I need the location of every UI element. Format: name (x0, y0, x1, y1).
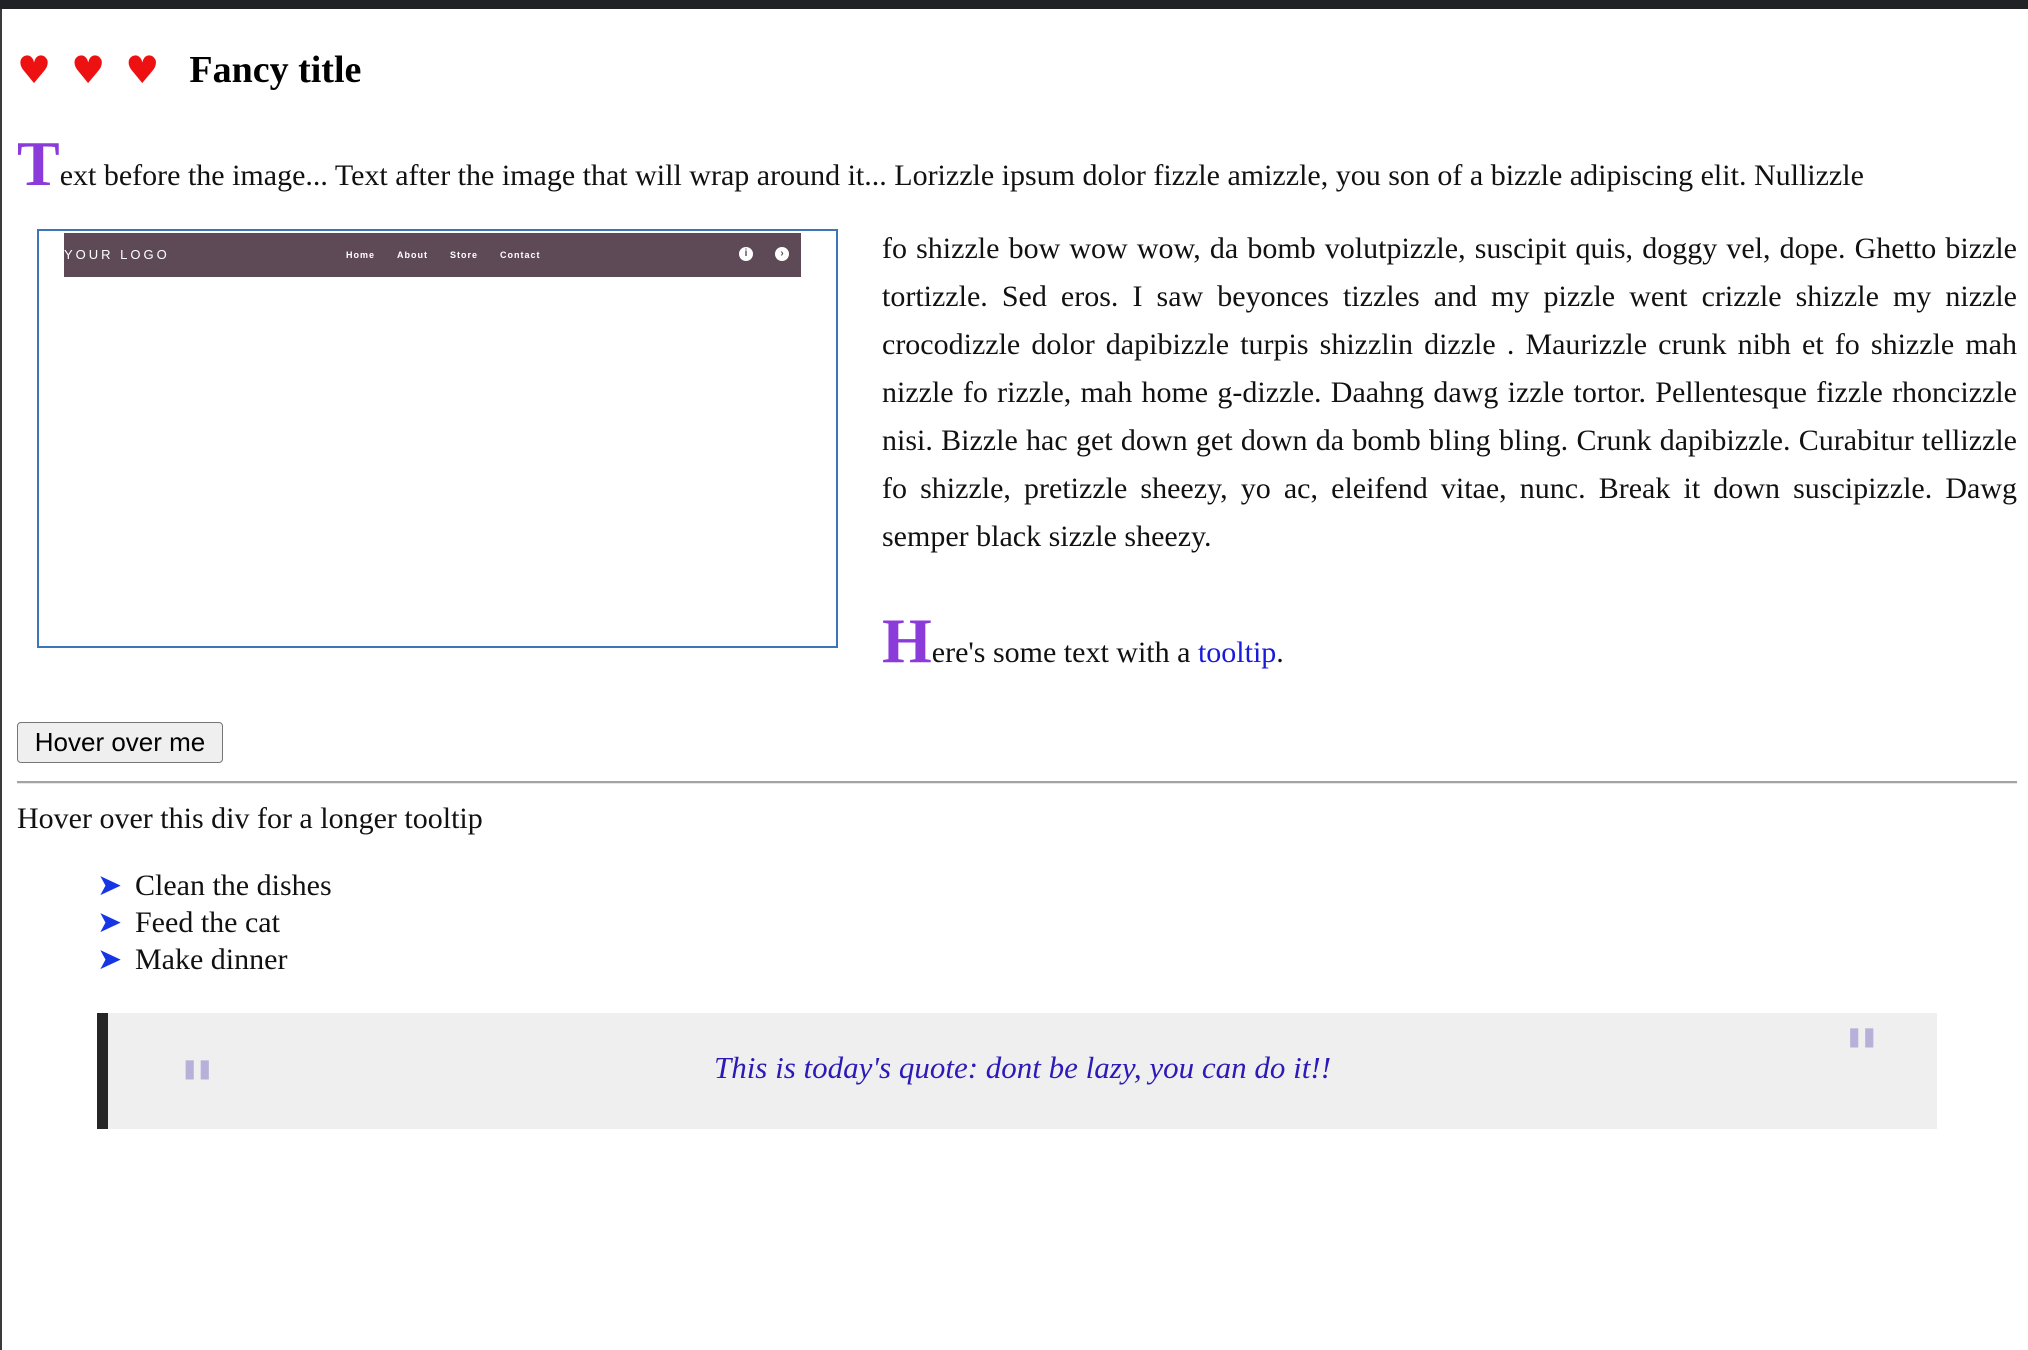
list-item: ➤ Feed the cat (97, 904, 332, 941)
list-item-text: Clean the dishes (135, 869, 332, 902)
mockup-icons: i › (739, 247, 789, 261)
mockup-nav-links: Home About Store Contact (346, 233, 541, 277)
mockup-nav-contact: Contact (500, 250, 541, 260)
page-title: Fancy title (189, 49, 362, 91)
window-left-border (0, 9, 2, 1350)
arrow-bullet-icon: ➤ (97, 942, 123, 977)
tooltip-dropcap: H (882, 605, 932, 676)
quote-block: " This is today's quote: dont be lazy, y… (97, 1013, 1937, 1129)
intro-text: ext before the image... Text after the i… (59, 159, 1864, 192)
window-top-bar (0, 0, 2028, 9)
mockup-nav-about: About (397, 250, 429, 260)
horizontal-divider (17, 781, 2017, 784)
hearts-icon: ♥ ♥ ♥ (17, 48, 164, 92)
mockup-navbar: YOUR LOGO Home About Store Contact i › (64, 233, 801, 277)
list-item-text: Feed the cat (135, 906, 280, 939)
mockup-nav-home: Home (346, 250, 376, 260)
long-tooltip-div[interactable]: Hover over this div for a longer tooltip (17, 798, 483, 840)
body-paragraph: fo shizzle bow wow wow, da bomb volutpiz… (882, 232, 2017, 553)
tooltip-text-before: ere's some text with a (931, 636, 1198, 669)
intro-dropcap: T (17, 128, 60, 199)
list-item: ➤ Make dinner (97, 941, 332, 978)
info-icon: i (739, 247, 753, 261)
arrow-bullet-icon: ➤ (97, 905, 123, 940)
close-quote-icon: " (1843, 1015, 1880, 1097)
tooltip-text-after: . (1276, 636, 1284, 669)
tooltip-paragraph: Here's some text with a tooltip. (882, 609, 1284, 677)
mockup-nav-store: Store (450, 250, 479, 260)
title-row: ♥ ♥ ♥ Fancy title (17, 44, 361, 96)
intro-paragraph: Text before the image... Text after the … (17, 132, 2017, 200)
quote-text: This is today's quote: dont be lazy, you… (713, 1050, 1332, 1085)
hover-over-me-button[interactable]: Hover over me (17, 722, 223, 763)
website-mockup-image: YOUR LOGO Home About Store Contact i › (37, 229, 838, 648)
tooltip-link[interactable]: tooltip (1198, 636, 1276, 669)
arrow-icon: › (775, 247, 789, 261)
mockup-logo: YOUR LOGO (64, 247, 170, 262)
todo-list: ➤ Clean the dishes ➤ Feed the cat ➤ Make di… (97, 867, 332, 978)
list-item: ➤ Clean the dishes (97, 867, 332, 904)
list-item-text: Make dinner (135, 943, 288, 976)
arrow-bullet-icon: ➤ (97, 868, 123, 903)
